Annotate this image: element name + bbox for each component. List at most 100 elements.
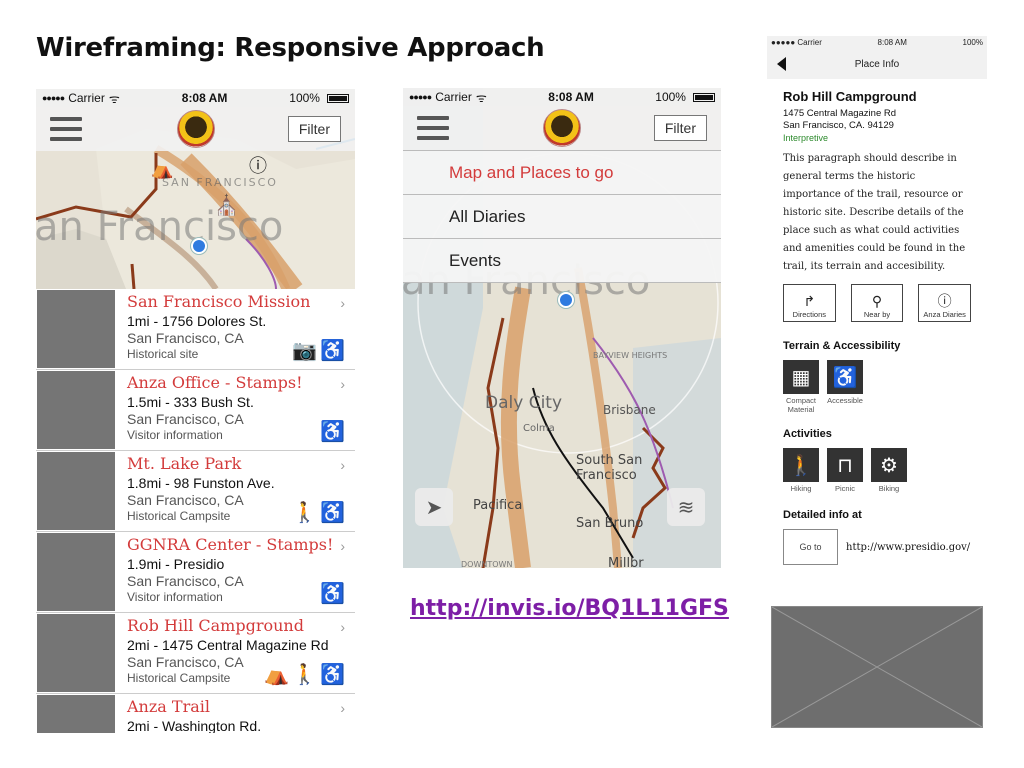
map-label-bayview: BAYVIEW HEIGHTS bbox=[593, 351, 668, 360]
phone-menu-view: an Francisco BAYVIEW HEIGHTS Daly City C… bbox=[403, 88, 721, 568]
time-label: 8:08 AM bbox=[877, 38, 907, 47]
places-list: San Francisco Mission 1mi - 1756 Dolores… bbox=[36, 289, 355, 733]
place-distance: 1mi - 1756 Dolores St. bbox=[127, 313, 267, 329]
place-title: San Francisco Mission bbox=[127, 292, 311, 311]
place-category: Interpretive bbox=[783, 133, 829, 143]
picnic-icon: ⊓ bbox=[827, 448, 863, 482]
map-label-colma: Colma bbox=[523, 423, 555, 434]
map-label-daly-city: Daly City bbox=[485, 393, 563, 413]
place-thumbnail bbox=[37, 371, 115, 449]
battery-icon bbox=[326, 93, 349, 103]
anza-diaries-button[interactable]: ⓘ Anza Diaries bbox=[918, 284, 972, 322]
menu-icon[interactable] bbox=[50, 117, 82, 141]
terrain-accessible: ♿ Accessible bbox=[827, 360, 863, 414]
place-thumbnail bbox=[37, 452, 115, 530]
menu-item-all-diaries[interactable]: All Diaries bbox=[403, 195, 721, 239]
menu-item-events[interactable]: Events bbox=[403, 239, 721, 283]
map-label-south-sf: South San Francisco bbox=[576, 453, 643, 483]
place-distance: 1.9mi - Presidio bbox=[127, 556, 225, 572]
image-placeholder bbox=[771, 606, 983, 728]
battery-label: 100% bbox=[962, 38, 983, 47]
layers-button[interactable]: ≋ bbox=[667, 488, 705, 526]
list-item[interactable]: Mt. Lake Park 1.8mi - 98 Funston Ave. Sa… bbox=[36, 451, 355, 532]
place-description: This paragraph should describe in genera… bbox=[783, 153, 966, 272]
wifi-icon: ᯤ bbox=[108, 91, 120, 106]
list-item[interactable]: Anza Office - Stamps! 1.5mi - 333 Bush S… bbox=[36, 370, 355, 451]
detail-url[interactable]: http://www.presidio.gov/ bbox=[846, 542, 970, 553]
dropdown-menu: Map and Places to go All Diaries Events bbox=[403, 150, 721, 283]
signal-dots-icon: ●●●●● bbox=[771, 38, 796, 47]
signal-dots-icon: ●●●●● bbox=[42, 93, 65, 103]
accessible-icon: ♿ bbox=[827, 360, 863, 394]
place-title: GGNRA Center - Stamps! bbox=[127, 535, 334, 554]
directions-button[interactable]: ↱ Directions bbox=[783, 284, 836, 322]
map-label-millbrae: Millbr bbox=[608, 556, 644, 568]
place-title: Rob Hill Campground bbox=[783, 89, 917, 104]
signal-dots-icon: ●●●●● bbox=[409, 92, 432, 102]
list-item[interactable]: GGNRA Center - Stamps! 1.9mi - Presidio … bbox=[36, 532, 355, 613]
anza-trail-logo bbox=[176, 110, 215, 148]
accessible-icon: ♿ bbox=[320, 340, 345, 362]
nav-bar: Filter bbox=[403, 106, 721, 150]
menu-item-map-places[interactable]: Map and Places to go bbox=[403, 151, 721, 195]
info-pin-icon[interactable]: ⓘ bbox=[249, 152, 267, 178]
terrain-label: Accessible bbox=[827, 396, 863, 405]
activity-label: Picnic bbox=[834, 484, 855, 493]
terrain-heading: Terrain & Accessibility bbox=[783, 340, 901, 352]
battery-label: 100% bbox=[655, 90, 686, 104]
list-item[interactable]: San Francisco Mission 1mi - 1756 Dolores… bbox=[36, 289, 355, 370]
grid-icon: ▦ bbox=[783, 360, 819, 394]
activities-heading: Activities bbox=[783, 428, 832, 440]
phone-list-view: an Francisco SAN FRANCISCO ⛺ ⓘ ⛪ ●●●●● Ca… bbox=[36, 89, 355, 733]
wifi-icon: ᯤ bbox=[475, 90, 487, 105]
chevron-right-icon: › bbox=[340, 700, 345, 716]
nearby-button[interactable]: ⚲ Near by bbox=[850, 284, 904, 322]
place-distance: 2mi - Washington Rd. bbox=[127, 718, 262, 733]
place-title: Anza Office - Stamps! bbox=[127, 373, 303, 392]
prototype-link[interactable]: http://invis.io/BQ1L11GFS bbox=[410, 596, 729, 621]
status-bar: ●●●●● Carrier 8:08 AM 100% bbox=[767, 36, 987, 49]
filter-button[interactable]: Filter bbox=[653, 115, 707, 141]
place-thumbnail bbox=[37, 533, 115, 611]
activity-biking: ⚙ Biking bbox=[871, 448, 907, 493]
navigation-arrow-icon: ➤ bbox=[425, 496, 443, 519]
filter-button[interactable]: Filter bbox=[287, 116, 341, 142]
current-location-marker bbox=[191, 238, 207, 254]
place-title: Rob Hill Campground bbox=[127, 616, 304, 635]
nav-bar: Filter bbox=[36, 107, 355, 151]
list-item[interactable]: Rob Hill Campground 2mi - 1475 Central M… bbox=[36, 613, 355, 694]
accessible-icon: ♿ bbox=[320, 664, 345, 686]
layers-icon: ≋ bbox=[677, 496, 695, 519]
campsite-pin-icon[interactable]: ⛺ bbox=[151, 159, 173, 180]
battery-label: 100% bbox=[289, 91, 320, 105]
current-location-marker bbox=[558, 292, 574, 308]
anza-diaries-label: Anza Diaries bbox=[923, 310, 966, 319]
activity-picnic: ⊓ Picnic bbox=[827, 448, 863, 493]
carrier-label: ●●●●● Carrier bbox=[771, 38, 822, 47]
map-label-san-francisco: an Francisco bbox=[36, 204, 284, 250]
mission-pin-icon[interactable]: ⛪ bbox=[214, 193, 239, 218]
place-distance: 1.8mi - 98 Funston Ave. bbox=[127, 475, 275, 491]
chevron-right-icon: › bbox=[340, 457, 345, 473]
chevron-right-icon: › bbox=[340, 376, 345, 392]
terrain-compact-material: ▦ Compact Material bbox=[783, 360, 819, 414]
map-label-downtown: DOWNTOWN bbox=[461, 560, 513, 568]
battery-icon bbox=[692, 92, 715, 102]
chevron-right-icon: › bbox=[340, 619, 345, 635]
back-arrow-icon[interactable] bbox=[777, 57, 786, 71]
list-item[interactable]: Anza Trail 2mi - Washington Rd. › bbox=[36, 694, 355, 733]
menu-icon[interactable] bbox=[417, 116, 449, 140]
image-placeholder-cross bbox=[771, 606, 983, 728]
terrain-label: Compact Material bbox=[785, 396, 816, 414]
bike-icon: ⚙ bbox=[871, 448, 907, 482]
camera-icon: 📷 bbox=[292, 340, 318, 362]
anza-trail-logo bbox=[543, 109, 581, 147]
goto-button[interactable]: Go to bbox=[783, 529, 838, 565]
map-label-pacifica: Pacifica bbox=[473, 498, 523, 513]
chevron-right-icon: › bbox=[340, 295, 345, 311]
detailed-info-heading: Detailed info at bbox=[783, 509, 862, 521]
place-thumbnail bbox=[37, 614, 115, 692]
locate-me-button[interactable]: ➤ bbox=[415, 488, 453, 526]
hiking-icon: 🚶 bbox=[783, 448, 819, 482]
place-title: Mt. Lake Park bbox=[127, 454, 242, 473]
